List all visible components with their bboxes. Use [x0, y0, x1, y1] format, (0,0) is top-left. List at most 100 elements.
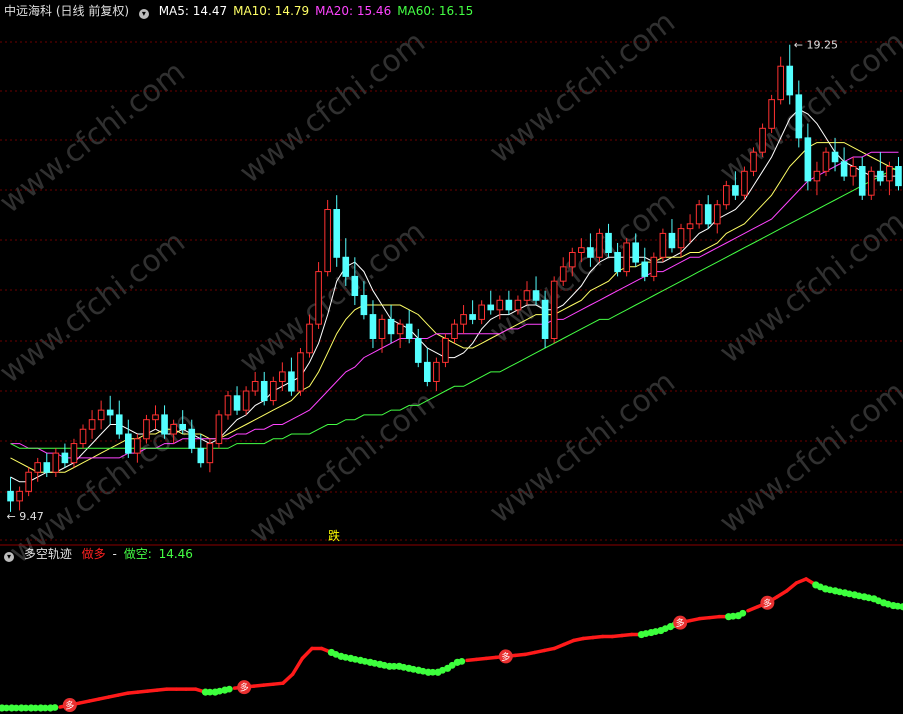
candle-body: [668, 232, 676, 249]
candle: [288, 357, 295, 396]
candle-body: [43, 462, 51, 473]
candle: [206, 438, 214, 473]
candle-body: [596, 232, 603, 258]
candle-body: [442, 337, 449, 363]
long-marker-text: 多: [240, 682, 249, 694]
candle-body: [197, 447, 205, 464]
candle: [895, 156, 902, 191]
indicator-value: 14.46: [158, 547, 193, 561]
candle: [315, 262, 322, 329]
candle-body: [496, 299, 504, 311]
candle-body: [723, 185, 730, 206]
candle: [786, 44, 794, 105]
settings-chevron-icon[interactable]: ▾: [138, 9, 149, 19]
candle: [279, 362, 286, 392]
candle-body: [360, 294, 368, 316]
candle: [704, 195, 712, 229]
candle-body: [568, 252, 576, 268]
candle: [442, 333, 449, 368]
candle: [713, 199, 721, 234]
separator: -: [112, 547, 117, 561]
price-header: 中远海科 (日线 前复权) ▾ MA5: 14.47 MA10: 14.79 MA2…: [4, 4, 485, 19]
long-marker-text: 多: [65, 700, 74, 712]
candle-body: [587, 247, 594, 258]
candle-body: [297, 352, 304, 392]
candle: [541, 290, 549, 349]
candle: [668, 219, 676, 253]
candle: [7, 477, 14, 512]
candle-body: [822, 151, 830, 172]
candle: [134, 434, 141, 463]
candle-body: [369, 314, 377, 339]
candle: [623, 238, 630, 277]
candle: [804, 123, 812, 191]
candle: [650, 252, 658, 282]
indicator-header: ▾ 多空轨迹 做多 - 做空: 14.46: [4, 547, 199, 562]
candle-body: [279, 371, 286, 382]
candle-body: [750, 151, 757, 172]
candle: [487, 290, 495, 315]
candle: [867, 166, 875, 200]
candle-body: [605, 232, 612, 254]
candle-body: [97, 409, 105, 421]
candle-body: [487, 304, 495, 311]
candle: [115, 400, 123, 439]
candle: [451, 319, 458, 344]
candle-body: [858, 166, 866, 196]
candle-body: [659, 232, 667, 258]
candle-body: [478, 304, 485, 320]
candle: [514, 295, 522, 315]
period-label: (日线 前复权): [55, 4, 130, 18]
candle: [88, 410, 96, 439]
candle-body: [206, 443, 214, 464]
candle-body: [106, 409, 114, 416]
candle: [877, 152, 884, 186]
candle: [52, 448, 60, 478]
candle: [559, 257, 567, 286]
long-segment: [290, 656, 305, 677]
candle-body: [396, 323, 404, 335]
candle-body: [88, 419, 96, 430]
candle-body: [387, 318, 395, 335]
chart-svg: ← 19.25← 9.47跌 多多多多多: [0, 39, 903, 713]
candle: [224, 391, 232, 420]
short-label: 做空: [123, 547, 148, 561]
candle-body: [378, 318, 386, 339]
candle-body: [777, 65, 784, 101]
candle-body: [170, 423, 177, 435]
candle-body: [70, 443, 78, 464]
candle-body: [16, 490, 23, 502]
candle-body: [623, 242, 630, 273]
candle-body: [215, 414, 223, 445]
long-segment: [784, 581, 799, 593]
price-annotations: ← 19.25 ← 9.47 跌: [7, 39, 838, 543]
candle: [813, 161, 821, 196]
candle-body: [578, 247, 585, 254]
candle: [106, 395, 114, 425]
candle: [768, 94, 775, 134]
candle-body: [405, 323, 413, 339]
candle: [161, 405, 168, 439]
candle: [822, 147, 830, 177]
long-marker-text: 多: [676, 617, 685, 629]
candle: [251, 371, 259, 396]
chart-stage: { "header": { "stock": "中远海科", "period":…: [0, 0, 903, 714]
candle-body: [115, 414, 123, 435]
long-label: 做多: [81, 547, 106, 561]
candle-body: [7, 490, 14, 502]
indicator-chevron-icon[interactable]: ▾: [4, 552, 14, 562]
stock-title: 中远海科 (日线 前复权): [4, 4, 133, 18]
candle-body: [451, 323, 458, 339]
short-dot: [225, 685, 233, 693]
candle-body: [831, 151, 839, 163]
candle: [242, 386, 250, 415]
candle-body: [713, 204, 721, 225]
candle-body: [152, 414, 159, 421]
candle: [550, 276, 558, 344]
ma-legend-ma20: MA20: 15.46: [315, 4, 392, 18]
candle: [505, 290, 513, 315]
candle: [342, 238, 350, 286]
signal-marker-label: 跌: [328, 528, 340, 543]
candle-body: [125, 433, 132, 454]
candle: [677, 223, 685, 258]
